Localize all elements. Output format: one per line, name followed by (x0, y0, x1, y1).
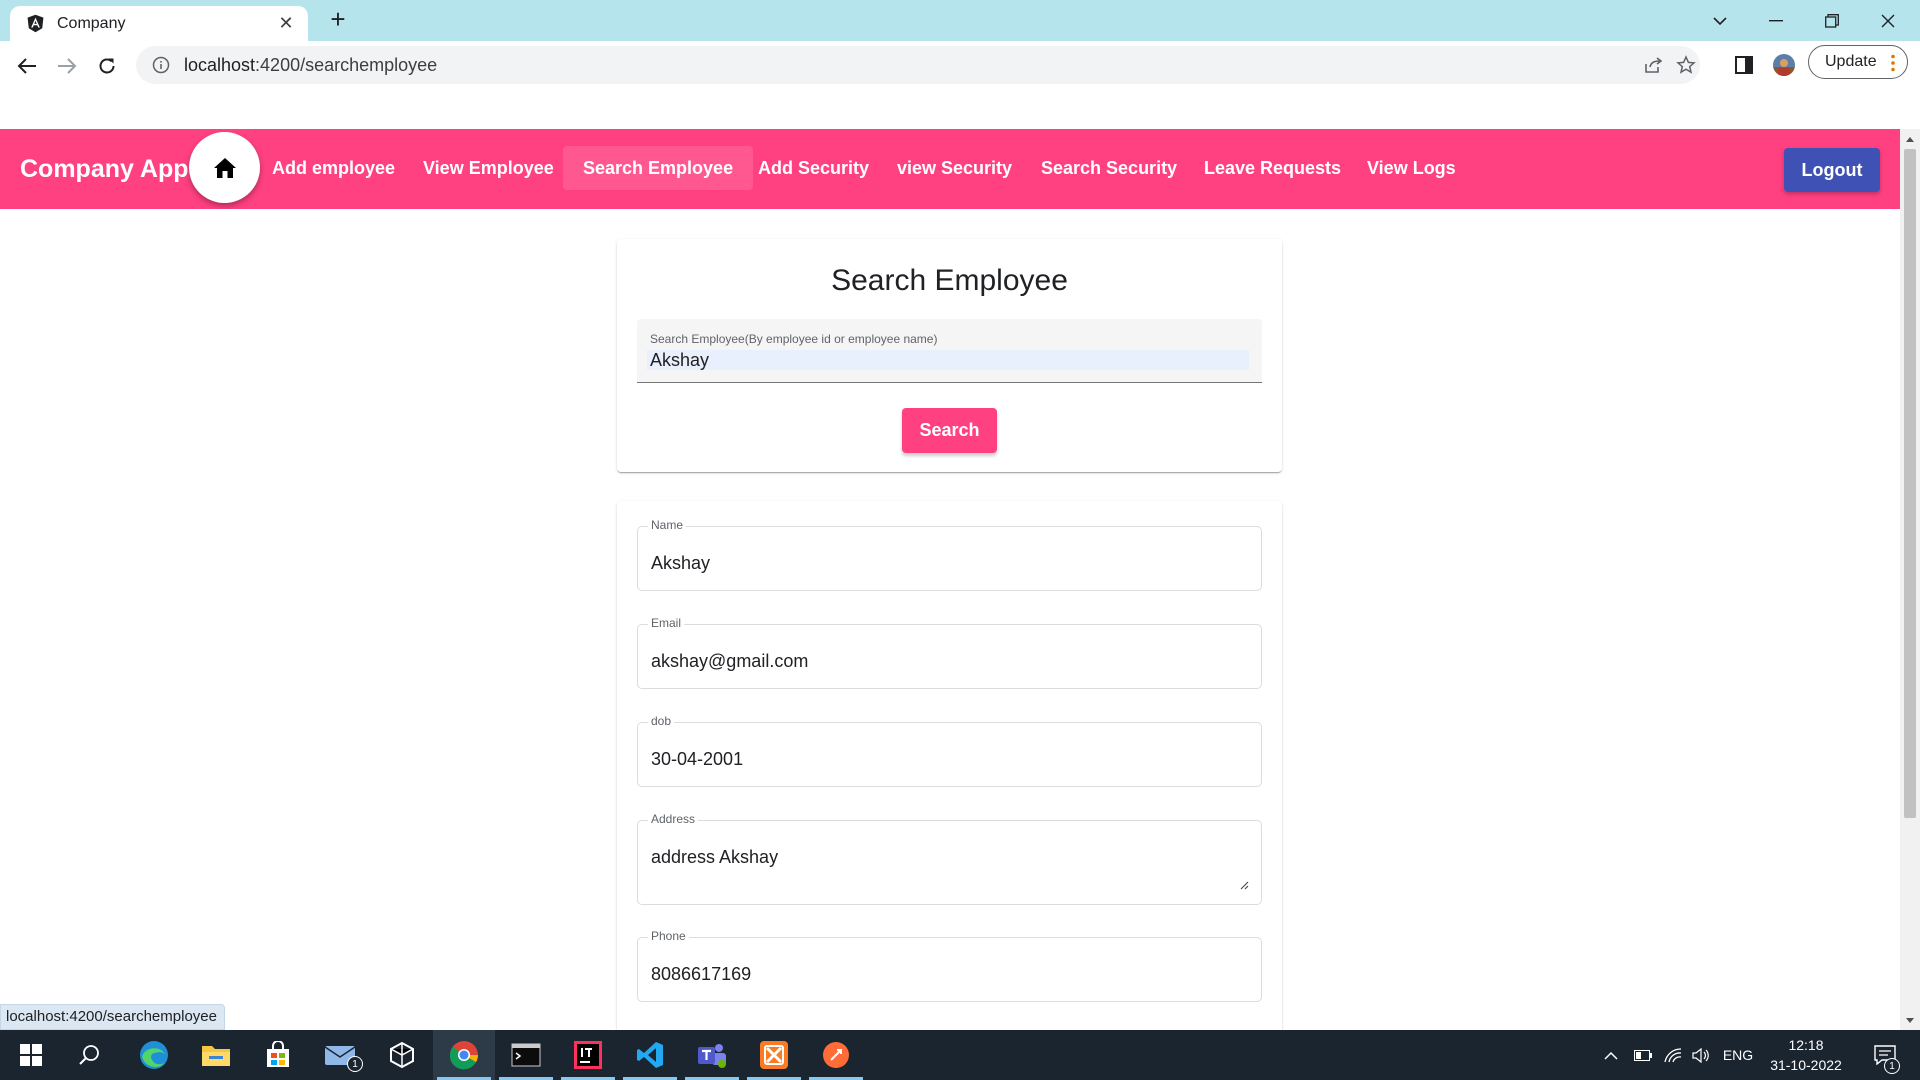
phone-field[interactable]: Phone 8086617169 (637, 929, 1262, 1002)
browser-tab[interactable]: Company ✕ (10, 6, 308, 41)
nav-add-security[interactable]: Add Security (738, 146, 889, 190)
clock[interactable]: 12:18 31-10-2022 (1756, 1035, 1856, 1075)
share-icon[interactable] (1638, 46, 1670, 84)
language-indicator[interactable]: ENG (1718, 1030, 1758, 1080)
notification-center-icon[interactable]: 1 (1860, 1030, 1910, 1080)
home-button[interactable] (189, 132, 260, 203)
minimize-icon[interactable] (1748, 0, 1804, 41)
mail-icon[interactable]: 1 (309, 1030, 371, 1080)
dev-tool-icon[interactable] (371, 1030, 433, 1080)
update-button[interactable]: Update (1808, 45, 1908, 79)
wifi-icon[interactable] (1658, 1030, 1688, 1080)
nav-search-security[interactable]: Search Security (1021, 146, 1197, 190)
scroll-up-icon[interactable] (1900, 131, 1920, 147)
close-window-icon[interactable] (1860, 0, 1916, 41)
new-tab-icon[interactable]: + (324, 6, 352, 34)
scroll-thumb[interactable] (1904, 149, 1916, 818)
search-employee-field[interactable]: Search Employee(By employee id or employ… (637, 319, 1262, 383)
phone-label: Phone (648, 929, 689, 943)
address-value[interactable]: address Akshay (651, 847, 778, 868)
nav-view-security[interactable]: view Security (877, 146, 1032, 190)
file-explorer-icon[interactable] (185, 1030, 247, 1080)
nav-add-employee[interactable]: Add employee (252, 146, 415, 190)
url-text: localhost:4200/searchemployee (184, 54, 438, 75)
tab-title: Company (57, 14, 126, 32)
battery-icon[interactable] (1628, 1030, 1658, 1080)
clock-time: 12:18 (1788, 1037, 1824, 1053)
menu-dots-icon (1891, 54, 1895, 72)
update-label: Update (1825, 53, 1877, 70)
angular-icon (27, 14, 44, 33)
page-title: Search Employee (831, 264, 1068, 297)
search-icon[interactable] (58, 1030, 120, 1080)
phone-value[interactable]: 8086617169 (651, 964, 751, 985)
clock-date: 31-10-2022 (1770, 1057, 1842, 1073)
name-label: Name (648, 518, 687, 532)
volume-icon[interactable] (1686, 1030, 1716, 1080)
search-card: Search Employee Search Employee(By emplo… (617, 239, 1282, 472)
address-field[interactable]: Address address Akshay (637, 812, 1262, 905)
dob-field[interactable]: dob 30-04-2001 (637, 714, 1262, 787)
side-panel-icon[interactable] (1732, 53, 1756, 77)
link-status-bubble: localhost:4200/searchemployee (0, 1004, 225, 1030)
resize-grip-icon[interactable] (1240, 881, 1249, 890)
postman-icon[interactable] (805, 1030, 867, 1080)
nav-search-employee[interactable]: Search Employee (563, 146, 754, 190)
nav-view-employee[interactable]: View Employee (403, 146, 574, 190)
search-button[interactable]: Search (902, 408, 997, 453)
name-value[interactable]: Akshay (651, 553, 710, 574)
logout-button[interactable]: Logout (1784, 148, 1880, 192)
windows-taskbar: 1 ENG 12:18 31-10-2022 1 (0, 1030, 1920, 1080)
nav-leave-requests[interactable]: Leave Requests (1184, 146, 1361, 190)
bookmark-star-icon[interactable] (1670, 46, 1702, 84)
page-top-spacer (0, 89, 1900, 129)
back-icon[interactable] (12, 51, 42, 81)
nav-view-logs[interactable]: View Logs (1347, 146, 1476, 190)
name-field[interactable]: Name Akshay (637, 518, 1262, 591)
microsoft-store-icon[interactable] (247, 1030, 309, 1080)
home-icon (213, 157, 236, 178)
terminal-icon[interactable] (495, 1030, 557, 1080)
xampp-icon[interactable] (743, 1030, 805, 1080)
page-content: Search Employee Search Employee(By emplo… (0, 209, 1900, 1030)
search-field-label: Search Employee(By employee id or employ… (650, 332, 938, 346)
reload-icon[interactable] (92, 51, 122, 81)
notification-badge: 1 (1884, 1058, 1900, 1074)
email-label: Email (648, 616, 685, 630)
site-info-icon[interactable] (152, 56, 170, 74)
mail-badge: 1 (347, 1056, 363, 1072)
windows-start-icon[interactable] (0, 1030, 62, 1080)
app-brand: Company App . (20, 155, 203, 183)
forward-icon[interactable] (52, 51, 82, 81)
vscode-icon[interactable] (619, 1030, 681, 1080)
chrome-icon[interactable] (433, 1030, 495, 1080)
browser-toolbar: localhost:4200/searchemployee Update (0, 41, 1920, 89)
dob-label: dob (648, 714, 675, 728)
tab-search-icon[interactable] (1692, 0, 1748, 41)
address-bar[interactable]: localhost:4200/searchemployee (136, 46, 1700, 84)
scroll-down-icon[interactable] (1900, 1012, 1920, 1028)
email-value[interactable]: akshay@gmail.com (651, 651, 808, 672)
page-scrollbar[interactable] (1900, 129, 1920, 1030)
email-field[interactable]: Email akshay@gmail.com (637, 616, 1262, 689)
address-label: Address (648, 812, 699, 826)
tray-overflow-icon[interactable] (1596, 1030, 1626, 1080)
teams-icon[interactable] (681, 1030, 743, 1080)
dob-value[interactable]: 30-04-2001 (651, 749, 743, 770)
restore-icon[interactable] (1804, 0, 1860, 41)
edge-icon[interactable] (123, 1030, 185, 1080)
search-input[interactable]: Akshay (647, 350, 1249, 370)
intellij-icon[interactable] (557, 1030, 619, 1080)
app-toolbar: Company App . Add employee View Employee… (0, 129, 1900, 209)
profile-avatar-icon[interactable] (1772, 53, 1796, 77)
tab-close-icon[interactable]: ✕ (276, 13, 296, 34)
browser-tab-strip: Company ✕ + (0, 0, 1920, 41)
employee-details-card: Name Akshay Email akshay@gmail.com dob 3… (617, 501, 1282, 1030)
